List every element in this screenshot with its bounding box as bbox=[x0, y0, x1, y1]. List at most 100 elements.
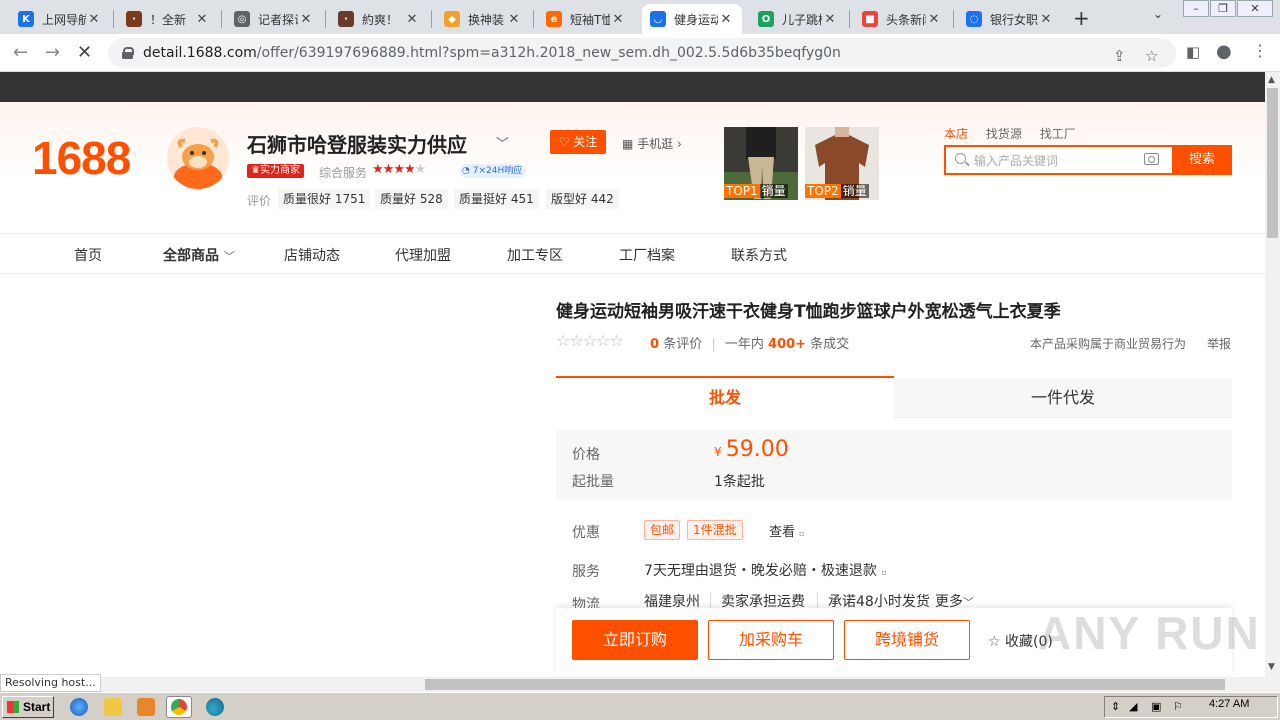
system-tray: ⇕ ◢ ▣ ⚐ bbox=[1104, 696, 1278, 718]
close-tab-icon[interactable]: ✕ bbox=[298, 12, 314, 27]
close-tab-icon[interactable]: ✕ bbox=[404, 12, 420, 27]
vertical-scrollbar[interactable]: ▲ ▼ bbox=[1265, 72, 1280, 677]
browser-tab[interactable]: ◆ 换神装 ✕ bbox=[436, 4, 530, 34]
browser-tab[interactable]: · ！全新 ✕ bbox=[118, 4, 218, 34]
eval-chip[interactable]: 质量很好 1751 bbox=[278, 189, 371, 209]
media-player-icon[interactable] bbox=[137, 698, 155, 716]
chevron-down-icon[interactable]: ﹀ bbox=[496, 133, 509, 152]
promo-label: 优惠 bbox=[572, 525, 600, 541]
scroll-thumb[interactable] bbox=[425, 679, 1225, 690]
strength-merchant-badge: ♛实力商家 bbox=[247, 164, 304, 178]
nav-shop-news[interactable]: 店铺动态 bbox=[284, 245, 340, 265]
tab-search-chevron-icon[interactable]: ⌄ bbox=[1153, 7, 1163, 21]
shop-search-input[interactable]: 输入产品关键词 bbox=[944, 145, 1172, 175]
forward-arrow-icon[interactable]: → bbox=[45, 42, 60, 63]
chrome-taskbar-button[interactable] bbox=[166, 696, 192, 718]
bookmark-star-icon[interactable]: ☆ bbox=[1145, 47, 1158, 65]
site-logo[interactable]: 1688 bbox=[32, 131, 131, 185]
report-link[interactable]: 举报 bbox=[1207, 335, 1231, 352]
tab-dropship[interactable]: 一件代发 bbox=[894, 378, 1232, 418]
edge-icon[interactable] bbox=[206, 698, 224, 716]
camera-icon[interactable] bbox=[1144, 153, 1159, 165]
nav-home[interactable]: 首页 bbox=[74, 245, 102, 265]
browser-tab[interactable]: ■ 头条新闻✕ bbox=[854, 4, 950, 34]
eval-chip[interactable]: 版型好 442 bbox=[546, 189, 619, 209]
tab-wholesale[interactable]: 批发 bbox=[556, 376, 894, 418]
buy-now-button[interactable]: 立即订购 bbox=[572, 620, 698, 660]
scroll-up-icon[interactable]: ▲ bbox=[1268, 75, 1275, 85]
follow-label: 关注 bbox=[573, 135, 598, 149]
promo-tag-mixed-batch: 1件混批 bbox=[687, 520, 743, 540]
flag-icon[interactable]: ⚐ bbox=[1173, 700, 1183, 713]
promo-tag-free-shipping: 包邮 bbox=[644, 520, 681, 540]
horizontal-scrollbar[interactable] bbox=[0, 677, 1280, 692]
tab-favicon-icon: ◆ bbox=[444, 11, 460, 27]
stop-loading-icon[interactable]: ✕ bbox=[77, 42, 92, 63]
side-panel-icon[interactable]: ◧ bbox=[1186, 43, 1200, 61]
back-arrow-icon[interactable]: ← bbox=[13, 42, 28, 63]
close-tab-icon[interactable]: ✕ bbox=[506, 12, 522, 27]
new-tab-button[interactable]: + bbox=[1073, 6, 1090, 30]
tab-title: 银行女职 bbox=[990, 12, 1038, 27]
product-rating-stars: ☆☆☆☆☆ bbox=[556, 331, 624, 350]
folder-icon[interactable] bbox=[104, 698, 122, 716]
close-tab-icon[interactable]: ✕ bbox=[926, 12, 942, 27]
browser-tab[interactable]: e 短袖T恤 ✕ bbox=[538, 4, 634, 34]
nav-agency[interactable]: 代理加盟 bbox=[395, 245, 451, 265]
restore-button[interactable]: ❐ bbox=[1210, 0, 1236, 17]
close-tab-icon[interactable]: ✕ bbox=[822, 12, 838, 27]
close-tab-icon[interactable]: ✕ bbox=[610, 12, 626, 27]
browser-menu-icon[interactable]: ⋮ bbox=[1252, 41, 1268, 60]
minimize-button[interactable]: – bbox=[1183, 0, 1209, 17]
search-tab-this-shop[interactable]: 本店 bbox=[944, 127, 968, 141]
share-icon[interactable]: ⇪ bbox=[1113, 47, 1126, 65]
service-label: 综合服务 bbox=[319, 166, 368, 180]
url-host: detail.1688.com bbox=[143, 45, 257, 61]
search-tab-sources[interactable]: 找货源 bbox=[986, 127, 1022, 141]
search-tab-factories[interactable]: 找工厂 bbox=[1040, 127, 1076, 141]
review-label[interactable]: 条评价 bbox=[663, 337, 702, 352]
add-to-cart-button[interactable]: 加采购车 bbox=[708, 620, 834, 660]
volume-icon[interactable]: ◢ bbox=[1129, 700, 1137, 713]
scroll-down-icon[interactable]: ▼ bbox=[1268, 662, 1275, 672]
eval-chip[interactable]: 质量挺好 451 bbox=[454, 189, 539, 209]
close-window-button[interactable]: ✕ bbox=[1237, 0, 1273, 17]
search-button[interactable]: 搜索 bbox=[1172, 145, 1232, 175]
browser-tab[interactable]: · 約爽！ ✕ bbox=[330, 4, 428, 34]
browser-tab[interactable]: O 儿子跳楼✕ bbox=[750, 4, 846, 34]
address-bar[interactable]: detail.1688.com/offer/639197696889.html?… bbox=[108, 38, 1176, 68]
close-tab-icon[interactable]: ✕ bbox=[1038, 12, 1054, 27]
close-tab-icon[interactable]: ✕ bbox=[718, 12, 734, 27]
nav-contact[interactable]: 联系方式 bbox=[731, 245, 787, 265]
eval-chip[interactable]: 质量好 528 bbox=[375, 189, 448, 209]
close-tab-icon[interactable]: ✕ bbox=[194, 12, 210, 27]
cross-border-button[interactable]: 跨境铺货 bbox=[844, 620, 970, 660]
browser-tab[interactable]: K 上网导航 ✕ bbox=[10, 4, 110, 34]
tab-title: 换神装 bbox=[468, 12, 505, 27]
profile-avatar-icon[interactable]: ● bbox=[1216, 41, 1232, 62]
scroll-thumb[interactable] bbox=[1267, 88, 1278, 238]
promo-view-link[interactable]: 查看 ▫ bbox=[769, 521, 805, 540]
nav-all-products[interactable]: 全部商品 ﹀ bbox=[163, 245, 235, 265]
info-icon[interactable]: ▫ bbox=[881, 568, 886, 577]
close-tab-icon[interactable]: ✕ bbox=[86, 12, 102, 27]
network-icon[interactable]: ▣ bbox=[1151, 700, 1161, 713]
tab-separator bbox=[533, 10, 534, 28]
follow-button[interactable]: ♡ 关注 bbox=[550, 130, 606, 154]
browser-tab-strip: K上网导航✕·！全新✕◎记者探访✕·約爽！✕◆换神装✕e短袖T恤✕◡健身运动✕O… bbox=[0, 0, 1280, 34]
top-product-1[interactable]: TOP1 销量 bbox=[724, 127, 798, 200]
shop-avatar[interactable] bbox=[167, 127, 229, 189]
mobile-view-link[interactable]: ▦ 手机逛 › bbox=[622, 135, 682, 152]
nav-processing[interactable]: 加工专区 bbox=[507, 245, 563, 265]
tray-expand-icon[interactable]: ⇕ bbox=[1111, 700, 1120, 713]
browser-tab[interactable]: ◌ 银行女职 ✕ bbox=[958, 4, 1062, 34]
currency-symbol: ¥ bbox=[714, 445, 722, 459]
browser-tab[interactable]: ◎ 记者探访✕ bbox=[226, 4, 322, 34]
start-button[interactable]: Start bbox=[2, 696, 54, 718]
ie-icon[interactable] bbox=[70, 698, 88, 716]
shop-name[interactable]: 石狮市哈登服装实力供应 bbox=[247, 129, 467, 158]
browser-tab[interactable]: ◡ 健身运动 ✕ bbox=[642, 4, 742, 34]
tab-title: 約爽！ bbox=[362, 12, 399, 27]
nav-factory-profile[interactable]: 工厂档案 bbox=[619, 245, 675, 265]
top-product-2[interactable]: TOP2 销量 bbox=[805, 127, 879, 200]
